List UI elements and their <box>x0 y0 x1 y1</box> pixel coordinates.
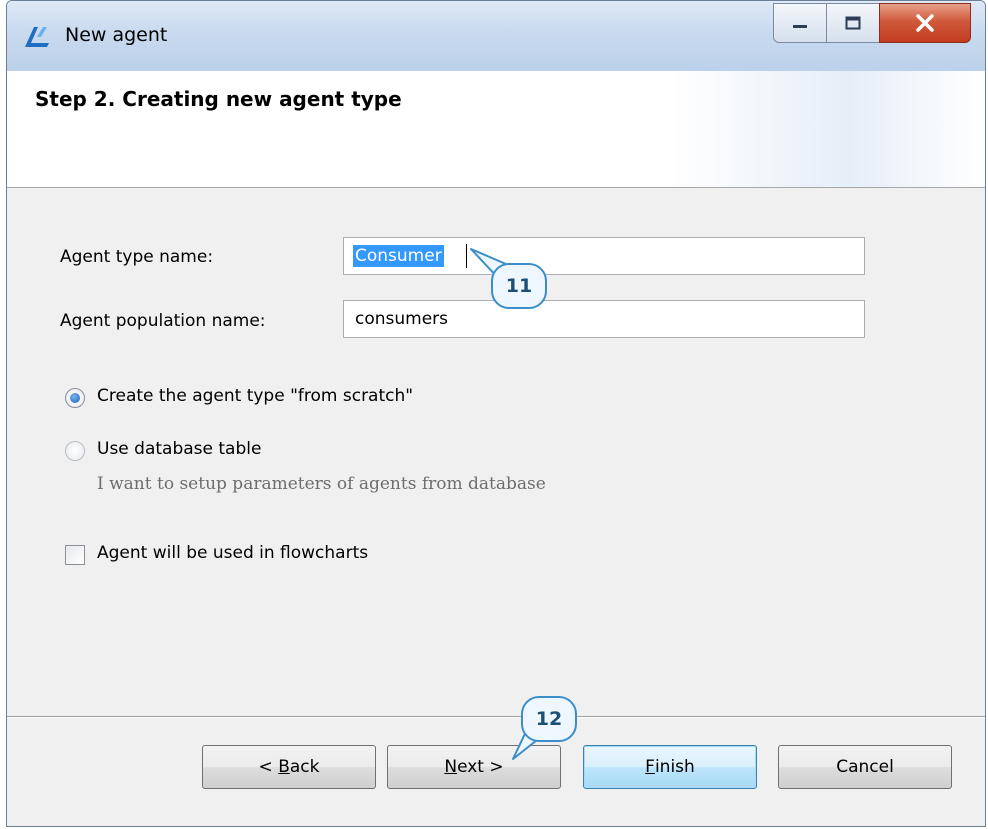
flowcharts-checkbox[interactable] <box>65 545 85 565</box>
close-button[interactable] <box>879 3 971 43</box>
dialog-window: New agent Step 2. Creating new agent typ… <box>6 0 986 827</box>
back-button-prefix: < <box>258 757 279 777</box>
from-scratch-radio[interactable] <box>65 388 85 408</box>
minimize-icon <box>774 4 826 42</box>
agent-type-name-input[interactable]: Consumer <box>343 237 865 275</box>
window-title: New agent <box>65 24 168 46</box>
database-table-label[interactable]: Use database table <box>97 439 261 459</box>
maximize-icon <box>827 4 879 42</box>
back-button[interactable]: < Back <box>202 745 376 789</box>
back-button-rest: ack <box>289 757 320 777</box>
anylogic-logo-icon <box>23 23 51 51</box>
finish-button[interactable]: Finish <box>583 745 757 789</box>
database-table-hint: I want to setup parameters of agents fro… <box>97 474 546 494</box>
agent-population-name-value: consumers <box>355 309 449 329</box>
agent-population-name-label: Agent population name: <box>60 311 266 331</box>
cancel-button[interactable]: Cancel <box>778 745 952 789</box>
flowcharts-label[interactable]: Agent will be used in flowcharts <box>97 543 368 563</box>
callout-12: 12 <box>521 696 577 742</box>
agent-type-name-label: Agent type name: <box>60 247 214 267</box>
agent-type-name-value: Consumer <box>353 245 444 267</box>
agent-population-name-input[interactable]: consumers <box>343 300 865 338</box>
text-caret <box>466 244 467 268</box>
cancel-button-label: Cancel <box>836 757 894 777</box>
finish-button-mnemonic: F <box>645 757 655 777</box>
step-title: Step 2. Creating new agent type <box>35 87 402 111</box>
finish-button-rest: inish <box>654 757 695 777</box>
minimize-button[interactable] <box>773 3 827 43</box>
back-button-mnemonic: B <box>278 757 290 777</box>
maximize-button[interactable] <box>826 3 880 43</box>
next-button-rest: ext > <box>457 757 504 777</box>
close-icon <box>880 4 970 42</box>
callout-11: 11 <box>491 263 547 309</box>
title-bar: New agent <box>7 1 985 71</box>
footer-divider <box>7 716 985 717</box>
database-table-radio[interactable] <box>65 441 85 461</box>
next-button-mnemonic: N <box>444 757 458 777</box>
wizard-header: Step 2. Creating new agent type <box>7 71 985 188</box>
from-scratch-label[interactable]: Create the agent type "from scratch" <box>97 386 413 406</box>
